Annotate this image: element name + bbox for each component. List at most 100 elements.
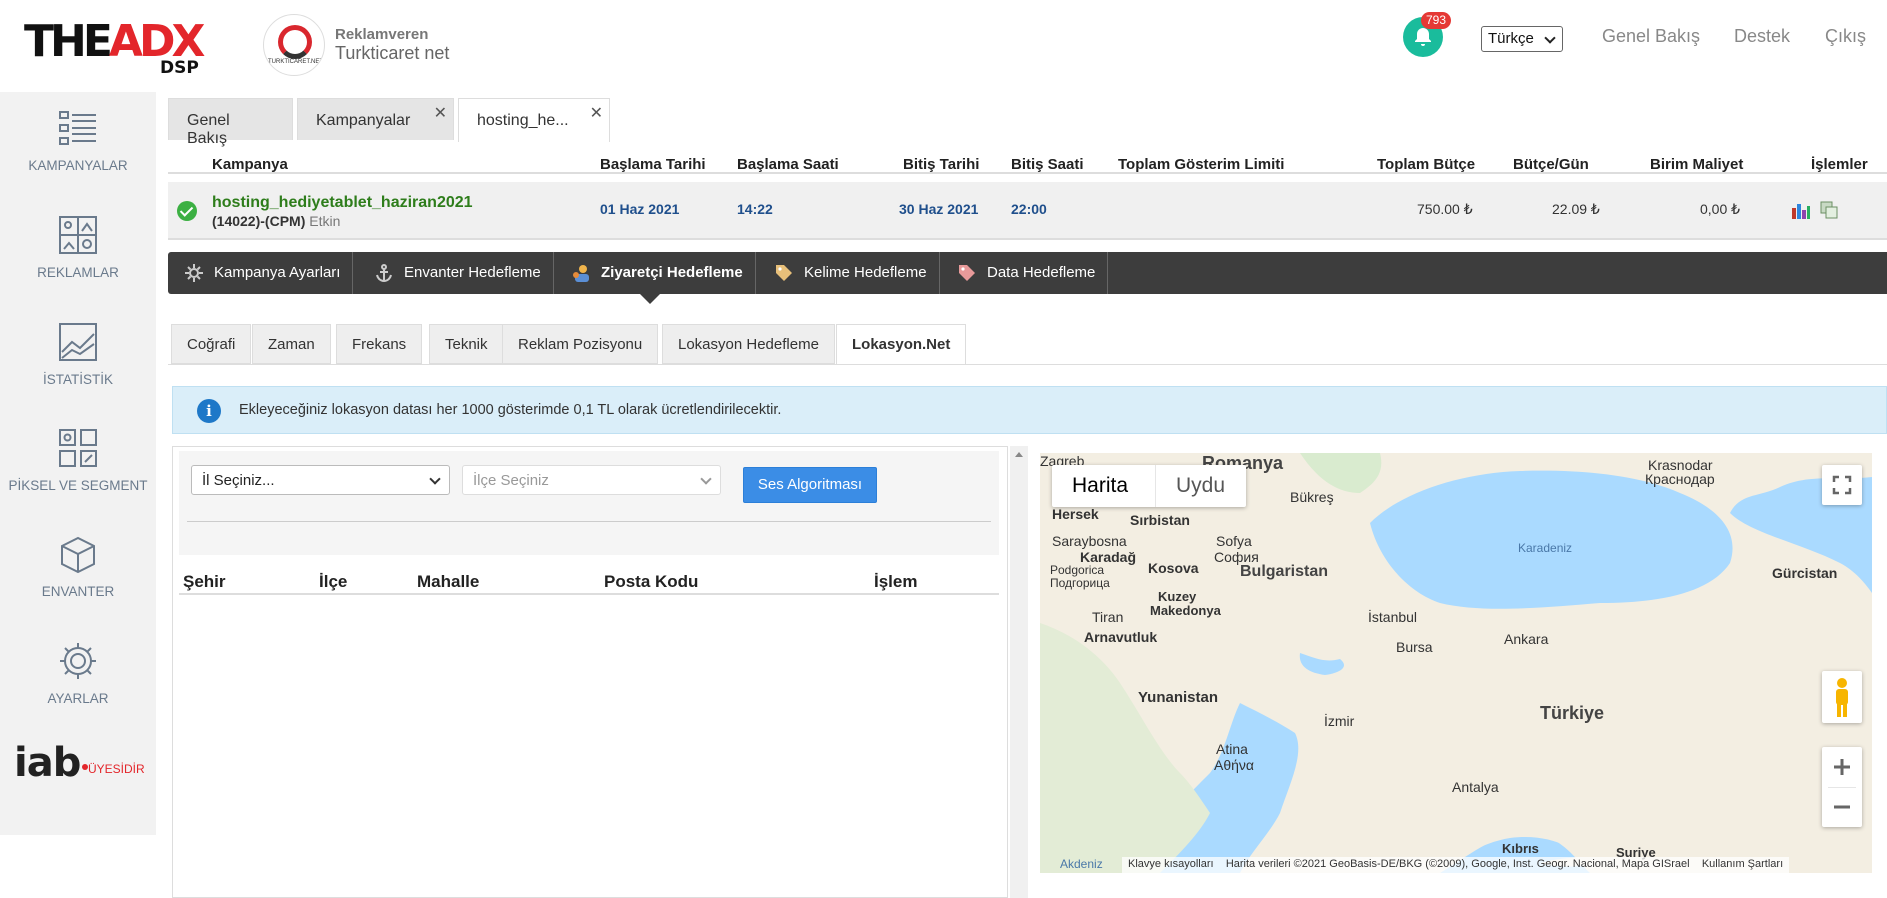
- subtab-ad-position[interactable]: Reklam Pozisyonu: [502, 324, 659, 364]
- panel-scrollbar[interactable]: [1010, 446, 1028, 898]
- status-check-icon: [177, 201, 197, 221]
- top-nav-logout[interactable]: Çıkış: [1825, 26, 1866, 47]
- map-label-istanbul: İstanbul: [1368, 609, 1418, 625]
- copy-icon[interactable]: [1819, 200, 1839, 220]
- sidebar-label-statistics: İSTATİSTİK: [42, 372, 113, 387]
- subtab-location-net[interactable]: Lokasyon.Net: [836, 324, 967, 365]
- sidebar-item-pixel-segment[interactable]: PİKSEL VE SEGMENT: [0, 426, 156, 493]
- map-label-mediterranean: Akdeniz: [1060, 857, 1103, 871]
- info-icon: i: [197, 399, 221, 423]
- info-message: Ekleyeceğiniz lokasyon datası her 1000 g…: [239, 402, 782, 418]
- sidebar-label-inventory: ENVANTER: [41, 584, 115, 599]
- fullscreen-icon: [1832, 475, 1852, 495]
- header-actions: İşlemler: [1811, 156, 1868, 173]
- nav-data-targeting[interactable]: Data Hedefleme: [957, 252, 1109, 294]
- sidebar-item-inventory[interactable]: ENVANTER: [0, 532, 156, 599]
- street-view-button[interactable]: [1822, 671, 1862, 723]
- map-keyboard-shortcuts[interactable]: Klavye kısayolları: [1128, 858, 1214, 870]
- advertiser-logo-text: TURKTICARET.NET: [268, 59, 324, 65]
- nav-visitor-targeting[interactable]: Ziyaretçi Hedefleme: [571, 252, 756, 294]
- campaign-settings-nav: Kampanya Ayarları Envanter Hedefleme Ziy…: [168, 252, 1887, 294]
- advertiser-logo: TURKTICARET.NET: [263, 14, 325, 76]
- anchor-icon: [376, 264, 392, 283]
- map-label-kosovo: Kosova: [1148, 560, 1199, 576]
- subtab-time[interactable]: Zaman: [252, 324, 331, 364]
- map-terms-link[interactable]: Kullanım Şartları: [1702, 858, 1783, 870]
- campaign-table-header: Kampanya Başlama Tarihi Başlama Saati Bi…: [168, 152, 1887, 174]
- advertiser-name: Turkticaret net: [335, 43, 450, 63]
- map-label-antalya: Antalya: [1452, 779, 1499, 795]
- sidebar-item-ads[interactable]: REKLAMLAR: [0, 213, 156, 280]
- zoom-control: [1822, 747, 1862, 827]
- subtab-time-label: Zaman: [268, 336, 315, 353]
- subtab-location-net-label: Lokasyon.Net: [852, 336, 951, 353]
- tag-icon: [776, 265, 792, 282]
- subtab-ad-position-label: Reklam Pozisyonu: [518, 336, 643, 353]
- nav-data-targeting-label: Data Hedefleme: [987, 264, 1096, 281]
- nav-inventory-targeting-label: Envanter Hedefleme: [404, 264, 541, 281]
- top-nav-support[interactable]: Destek: [1734, 26, 1790, 47]
- sidebar-item-statistics[interactable]: İSTATİSTİK: [0, 320, 156, 387]
- close-icon[interactable]: ✕: [590, 103, 603, 123]
- campaign-budget-day: 22.09 ₺: [1552, 201, 1600, 217]
- subtab-technical-label: Teknik: [445, 336, 488, 353]
- nav-inventory-targeting[interactable]: Envanter Hedefleme: [374, 252, 554, 294]
- map-label-sofia: Sofya: [1216, 533, 1252, 549]
- subtab-frequency[interactable]: Frekans: [336, 324, 423, 364]
- map-type-control: Harita Uydu: [1052, 465, 1246, 507]
- zoom-out-icon[interactable]: [1822, 787, 1862, 827]
- map-label-ankara: Ankara: [1504, 631, 1549, 647]
- nav-active-pointer: [640, 294, 660, 304]
- scroll-up-icon[interactable]: [1015, 452, 1023, 457]
- header-impression-limit: Toplam Gösterim Limiti: [1118, 156, 1285, 173]
- subtab-location-targeting-label: Lokasyon Hedefleme: [678, 336, 819, 353]
- info-alert: i Ekleyeceğiniz lokasyon datası her 1000…: [172, 386, 1887, 434]
- nav-keyword-targeting[interactable]: Kelime Hedefleme: [774, 252, 940, 294]
- top-nav-overview[interactable]: Genel Bakış: [1602, 26, 1700, 47]
- campaign-name[interactable]: hosting_hediyetablet_haziran2021: [212, 194, 473, 212]
- map-label-north-macedonia-1: Kuzey: [1158, 589, 1197, 604]
- header-unit-cost: Birim Maliyet: [1650, 156, 1744, 173]
- tag-icon: [959, 265, 975, 282]
- map-label-black-sea: Karadeniz: [1518, 541, 1573, 555]
- tab-overview[interactable]: Genel Bakış: [168, 98, 293, 147]
- map-view[interactable]: Romanya Bükreş Krasnodar Краснодар Zagre…: [1040, 453, 1872, 873]
- list-icon: [59, 111, 96, 145]
- location-panel: İl Seçiniz... İlçe Seçiniz Ses Algoritma…: [172, 446, 1008, 898]
- location-table-header: Şehir İlçe Mahalle Posta Kodu İşlem: [179, 565, 999, 595]
- nav-campaign-settings[interactable]: Kampanya Ayarları: [184, 252, 354, 294]
- tab-campaigns[interactable]: Kampanyalar ✕: [297, 98, 454, 140]
- header-end-time: Bitiş Saati: [1011, 156, 1084, 173]
- language-select[interactable]: Türkçe: [1481, 26, 1563, 52]
- subtab-geographic[interactable]: Coğrafi: [171, 324, 252, 364]
- sound-algorithm-button[interactable]: Ses Algoritması: [743, 467, 877, 503]
- map-attribution: Klavye kısayolları Harita verileri ©2021…: [1122, 857, 1790, 873]
- map-label-serbia: Sırbistan: [1130, 512, 1190, 528]
- grid-icon: [59, 429, 97, 467]
- map-label-bucharest: Bükreş: [1290, 489, 1334, 505]
- province-select[interactable]: İl Seçiniz...: [191, 465, 450, 495]
- close-icon[interactable]: ✕: [434, 103, 447, 123]
- main-content: Genel Bakış Kampanyalar ✕ hosting_he... ✕ …: [168, 92, 1887, 898]
- header-neighborhood: Mahalle: [417, 572, 480, 591]
- tab-campaign-detail[interactable]: hosting_he... ✕: [458, 98, 610, 142]
- chart-icon: [59, 323, 97, 361]
- subtab-location-targeting[interactable]: Lokasyon Hedefleme: [662, 324, 835, 364]
- subtab-technical[interactable]: Teknik: [429, 324, 504, 364]
- stats-icon[interactable]: [1791, 200, 1811, 220]
- sidebar-label-campaigns: KAMPANYALAR: [28, 158, 128, 173]
- header-district: İlçe: [319, 572, 348, 591]
- header-campaign: Kampanya: [212, 156, 288, 173]
- zoom-in-icon[interactable]: [1822, 747, 1862, 787]
- nav-campaign-settings-label: Kampanya Ayarları: [214, 264, 341, 281]
- district-select[interactable]: İlçe Seçiniz: [462, 465, 721, 495]
- map-type-satellite-button[interactable]: Uydu: [1156, 465, 1245, 507]
- map-type-map-button[interactable]: Harita: [1052, 465, 1148, 507]
- campaign-unit-cost: 0,00 ₺: [1700, 201, 1741, 217]
- fullscreen-button[interactable]: [1822, 465, 1862, 505]
- map-data-credit: Harita verileri ©2021 GeoBasis-DE/BKG (©…: [1225, 858, 1690, 870]
- sidebar-item-settings[interactable]: AYARLAR: [0, 639, 156, 706]
- theadx-logo[interactable]: THEADX DSP: [24, 18, 205, 79]
- gear-icon: [185, 264, 203, 283]
- sidebar-item-campaigns[interactable]: KAMPANYALAR: [0, 106, 156, 173]
